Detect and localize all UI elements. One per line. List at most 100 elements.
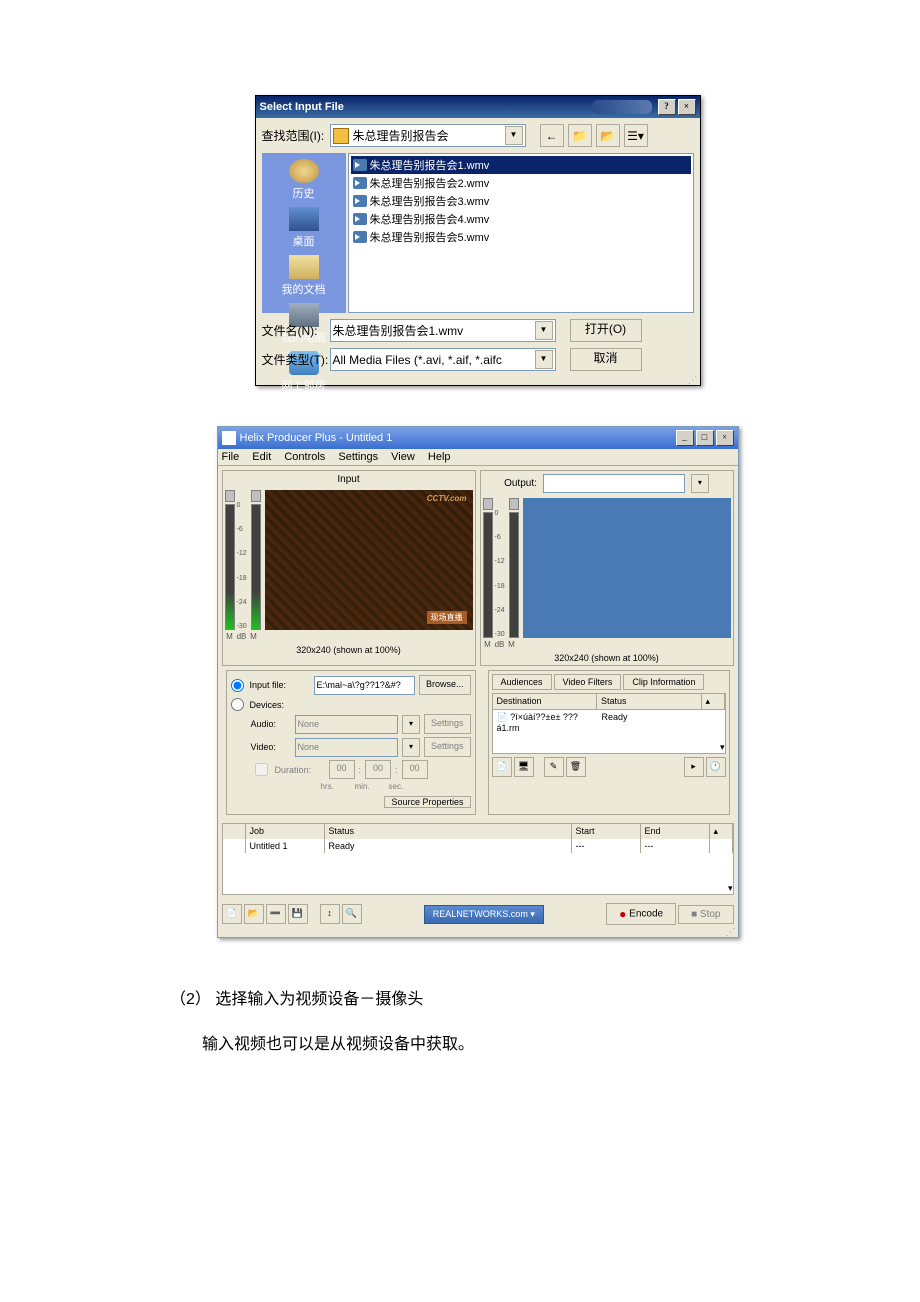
devices-radio[interactable] xyxy=(231,698,244,711)
help-button[interactable]: ? xyxy=(658,99,676,115)
output-controls: Audiences Video Filters Clip Information… xyxy=(488,670,730,815)
add-file-dest-button[interactable]: 📄 xyxy=(492,757,512,777)
add-server-dest-button[interactable]: 🖥 xyxy=(514,757,534,777)
devices-label: Devices: xyxy=(250,700,310,710)
scroll-up-icon[interactable]: ▴ xyxy=(702,694,725,709)
text-line-1: （2） 选择输入为视频设备－摄像头 xyxy=(170,978,755,1023)
job-row[interactable]: Untitled 1 Ready --- --- xyxy=(223,839,733,853)
search-button[interactable]: 🔍 xyxy=(342,904,362,924)
audio-settings-button: Settings xyxy=(424,714,471,734)
edit-dest-button[interactable]: ✎ xyxy=(544,757,564,777)
duration-label: Duration: xyxy=(275,765,325,775)
menu-controls[interactable]: Controls xyxy=(284,451,325,463)
dropdown-icon: ▾ xyxy=(402,715,420,734)
input-level-meters: 0-6-12-18-24-30 xyxy=(225,490,261,630)
output-header: Output: xyxy=(504,478,537,489)
col-job: Job xyxy=(246,824,325,839)
input-file-radio[interactable] xyxy=(231,679,244,692)
lookin-combo[interactable]: 朱总理告别报告会 ▼ xyxy=(330,124,526,147)
cancel-button[interactable]: 取消 xyxy=(570,348,642,371)
input-panel: Input 0-6-12-18-24-30 CCTV.com 现场直播 MdBM… xyxy=(222,470,476,666)
dropdown-icon[interactable]: ▼ xyxy=(535,321,553,340)
move-up-button[interactable]: ↕ xyxy=(320,904,340,924)
video-label: Video: xyxy=(251,742,291,752)
live-annotation: 现场直播 xyxy=(427,611,467,624)
file-list[interactable]: 朱总理告别报告会1.wmv 朱总理告别报告会2.wmv 朱总理告别报告会3.wm… xyxy=(348,153,694,313)
dropdown-icon[interactable]: ▼ xyxy=(535,350,553,369)
col-start: Start xyxy=(572,824,641,839)
video-file-icon xyxy=(353,195,367,207)
window-title: Helix Producer Plus - Untitled 1 xyxy=(240,432,674,444)
maximize-button[interactable]: □ xyxy=(696,430,714,446)
destination-value[interactable]: 📄 ?ì×úàí??±e± ???á1.rm xyxy=(493,710,598,742)
realnetworks-link[interactable]: REALNETWORKS.com ▾ xyxy=(424,905,544,924)
input-file-field[interactable]: E:\mal~a\?g??1?&#?e\&#?g??\????\?1? xyxy=(314,676,415,695)
clock-button[interactable]: 🕐 xyxy=(706,757,726,777)
scroll-down-icon[interactable]: ▾ xyxy=(711,742,725,753)
video-file-icon xyxy=(353,177,367,189)
minimize-button[interactable]: _ xyxy=(676,430,694,446)
video-file-icon xyxy=(353,213,367,225)
filetype-combo[interactable]: All Media Files (*.avi, *.aif, *.aifc▼ xyxy=(330,348,556,371)
info-button[interactable]: ▸ xyxy=(684,757,704,777)
input-controls: Input file: E:\mal~a\?g??1?&#?e\&#?g??\?… xyxy=(226,670,476,815)
place-mydocs[interactable]: 我的文档 xyxy=(262,253,346,299)
remove-job-button[interactable]: ➖ xyxy=(266,904,286,924)
delete-dest-button[interactable]: 🗑 xyxy=(566,757,586,777)
output-dimensions: 320x240 (shown at 100%) xyxy=(481,651,733,665)
dropdown-icon[interactable]: ▾ xyxy=(691,474,709,493)
scroll-down-icon[interactable]: ▾ xyxy=(719,883,733,894)
new-job-button[interactable]: 📄 xyxy=(222,904,242,924)
output-select[interactable] xyxy=(543,474,685,493)
menu-help[interactable]: Help xyxy=(428,451,451,463)
duration-hours: 00 xyxy=(329,760,355,779)
filename-combo[interactable]: 朱总理告别报告会1.wmv▼ xyxy=(330,319,556,342)
title-bar: Helix Producer Plus - Untitled 1 _ □ × xyxy=(218,427,738,449)
new-folder-button[interactable]: 📂 xyxy=(596,124,620,147)
documents-icon xyxy=(289,255,319,279)
file-item[interactable]: 朱总理告别报告会4.wmv xyxy=(351,210,691,228)
open-job-button[interactable]: 📂 xyxy=(244,904,264,924)
source-properties-button[interactable]: Source Properties xyxy=(384,796,470,808)
jobs-list: Job Status Start End ▴ Untitled 1 Ready … xyxy=(222,823,734,895)
title-bar: Select Input File ? × xyxy=(256,96,700,118)
up-button[interactable]: 📁 xyxy=(568,124,592,147)
menu-view[interactable]: View xyxy=(391,451,415,463)
output-panel: Output:▾ 0-6-12-18-24-30 MdBM 320x240 (s… xyxy=(480,470,734,666)
duration-mins: 00 xyxy=(365,760,391,779)
scroll-up-icon[interactable]: ▴ xyxy=(710,824,733,839)
file-item[interactable]: 朱总理告别报告会2.wmv xyxy=(351,174,691,192)
back-button[interactable]: ← xyxy=(540,124,564,147)
video-settings-button: Settings xyxy=(424,737,471,757)
file-item[interactable]: 朱总理告别报告会3.wmv xyxy=(351,192,691,210)
views-button[interactable]: ☰▾ xyxy=(624,124,648,147)
desktop-icon xyxy=(289,207,319,231)
tab-clip-info[interactable]: Clip Information xyxy=(623,674,704,690)
close-button[interactable]: × xyxy=(716,430,734,446)
open-button[interactable]: 打开(O) xyxy=(570,319,642,342)
dropdown-icon[interactable]: ▼ xyxy=(505,126,523,145)
stop-button: ■ Stop xyxy=(678,905,733,924)
menu-edit[interactable]: Edit xyxy=(252,451,271,463)
resize-grip[interactable]: ⋰ xyxy=(218,929,738,937)
place-history[interactable]: 历史 xyxy=(262,157,346,203)
save-job-button[interactable]: 💾 xyxy=(288,904,308,924)
file-item[interactable]: 朱总理告别报告会5.wmv xyxy=(351,228,691,246)
dialog-title: Select Input File xyxy=(260,101,592,113)
input-preview: CCTV.com 现场直播 xyxy=(265,490,473,630)
output-level-meters: 0-6-12-18-24-30 xyxy=(483,498,519,638)
close-button[interactable]: × xyxy=(678,99,696,115)
duration-checkbox xyxy=(255,763,268,776)
text-line-2: 输入视频也可以是从视频设备中获取。 xyxy=(170,1023,755,1068)
encode-button[interactable]: ● Encode xyxy=(606,903,676,925)
browse-button[interactable]: Browse... xyxy=(419,675,471,695)
menu-settings[interactable]: Settings xyxy=(338,451,378,463)
tab-audiences[interactable]: Audiences xyxy=(492,674,552,690)
history-icon xyxy=(289,159,319,183)
helix-producer-window: Helix Producer Plus - Untitled 1 _ □ × F… xyxy=(217,426,739,938)
file-item[interactable]: 朱总理告别报告会1.wmv xyxy=(351,156,691,174)
tab-video-filters[interactable]: Video Filters xyxy=(554,674,622,690)
place-desktop[interactable]: 桌面 xyxy=(262,205,346,251)
video-select: None xyxy=(295,738,398,757)
menu-file[interactable]: File xyxy=(222,451,240,463)
